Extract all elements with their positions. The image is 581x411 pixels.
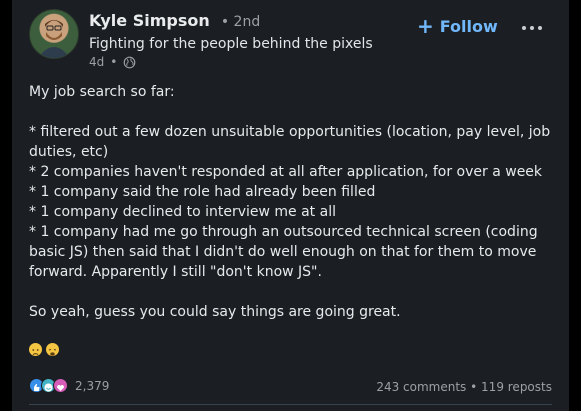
post-line: My job search so far: <box>29 84 175 100</box>
post-meta: 4d • <box>89 55 136 69</box>
frowning-face-icon <box>29 343 42 356</box>
follow-label: Follow <box>439 16 498 36</box>
weary-face-icon <box>46 343 59 356</box>
author-headline: Fighting for the people behind the pixel… <box>89 36 373 52</box>
globe-icon <box>123 56 136 69</box>
post-line: * 1 company declined to interview me at … <box>29 204 336 220</box>
more-options-icon[interactable] <box>520 18 544 38</box>
author-name[interactable]: Kyle Simpson <box>89 11 210 30</box>
post-line: * 2 companies haven't responded at all a… <box>29 164 543 180</box>
post-line: So yeah, guess you could say things are … <box>29 304 401 320</box>
author-row: Kyle Simpson • 2nd <box>89 11 260 30</box>
connection-degree: • 2nd <box>220 14 261 30</box>
post-stats: 243 comments • 119 reposts <box>376 380 552 394</box>
comments-count[interactable]: 243 comments <box>376 380 466 394</box>
divider <box>29 404 552 405</box>
stats-separator: • <box>470 380 478 394</box>
avatar[interactable] <box>29 9 79 59</box>
emoji-row <box>29 343 59 356</box>
post-line: * filtered out a few dozen unsuitable op… <box>29 124 551 160</box>
reactions-summary[interactable]: 2,379 <box>29 378 109 393</box>
plus-icon: + <box>417 14 434 38</box>
post-line: * 1 company had me go through an outsour… <box>29 224 538 280</box>
post-line-gap <box>29 102 555 122</box>
love-icon <box>53 378 68 393</box>
reposts-count[interactable]: 119 reposts <box>481 380 552 394</box>
post-line: * 1 company said the role had already be… <box>29 184 376 200</box>
reaction-count: 2,379 <box>75 378 110 393</box>
post-time: 4d <box>89 55 105 69</box>
meta-separator: • <box>110 55 118 69</box>
post-line-gap <box>29 282 555 302</box>
post-card: Kyle Simpson • 2nd Fighting for the peop… <box>12 0 569 411</box>
post-body: My job search so far: * filtered out a f… <box>29 82 555 322</box>
follow-button[interactable]: + Follow <box>417 15 498 37</box>
